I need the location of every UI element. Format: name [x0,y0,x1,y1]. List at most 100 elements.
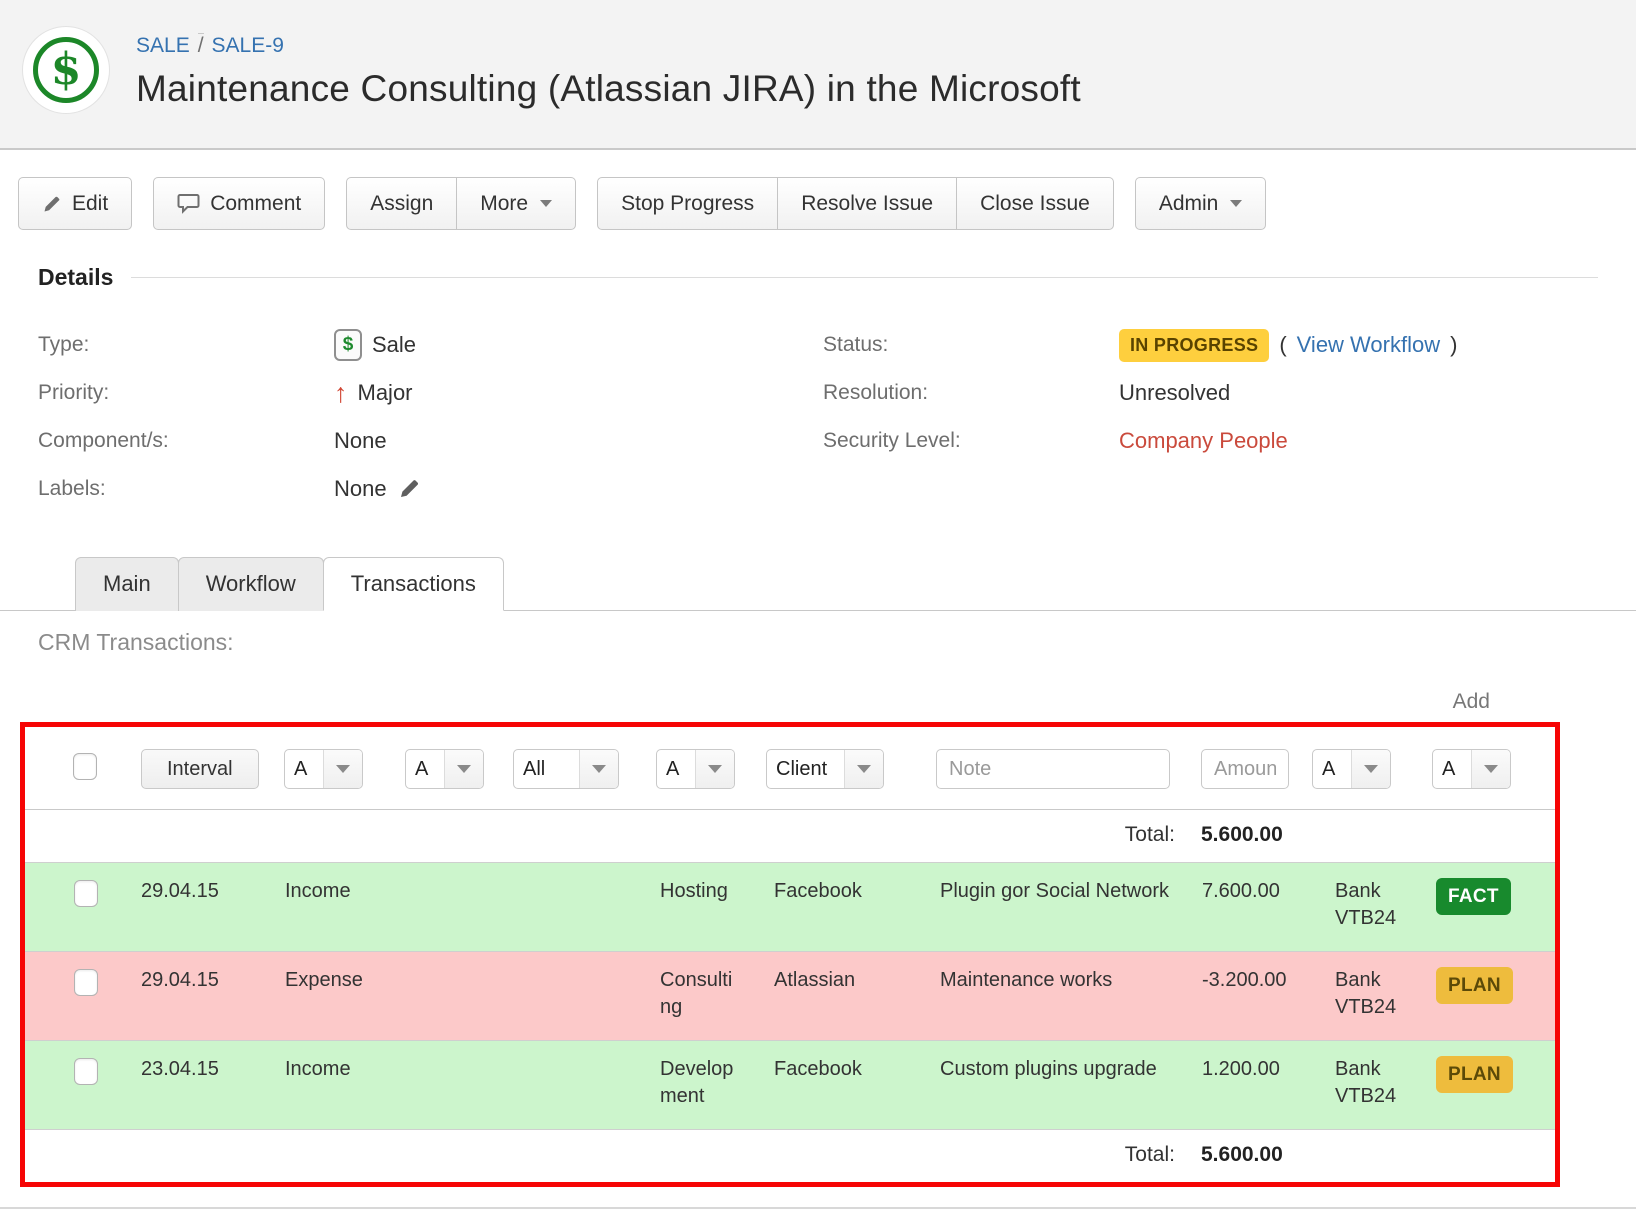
status-badge-fact: FACT [1436,878,1511,915]
issue-header: $ SALE/SALE-9 Maintenance Consulting (At… [0,0,1636,150]
chevron-down-icon [696,750,734,788]
priority-value: Major [358,380,413,406]
cell-date: 29.04.15 [133,878,280,905]
labels-value: None [334,476,387,502]
cell-note: Plugin gor Social Network [932,878,1197,905]
crm-transactions-label: CRM Transactions: [38,629,1598,656]
stop-progress-label: Stop Progress [621,192,754,216]
edit-labels-pencil-icon[interactable] [397,477,421,501]
cell-date: 23.04.15 [133,1056,280,1083]
type-filter-dropdown[interactable]: A [284,749,363,789]
cell-account: Bank VTB24 [1308,878,1428,932]
resolve-issue-button[interactable]: Resolve Issue [777,177,957,230]
breadcrumb-issue-link[interactable]: SALE-9 [212,34,284,57]
tab-workflow[interactable]: Workflow [178,557,324,611]
assign-button-label: Assign [370,192,433,216]
cell-amount: 1.200.00 [1197,1056,1308,1083]
select-all-checkbox[interactable] [73,753,97,780]
chevron-down-icon [540,200,552,207]
comment-bubble-icon [177,193,200,214]
cell-note: Maintenance works [932,967,1197,994]
transaction-row: 29.04.15 Expense Consulting Atlassian Ma… [25,951,1555,1040]
details-heading: Details [38,264,113,291]
assign-button[interactable]: Assign [346,177,457,230]
status-filter-value: A [1433,750,1472,788]
type-filter-value: A [285,750,324,788]
cell-client: Facebook [762,878,932,905]
security-level-label: Security Level: [823,429,1119,453]
transaction-row: 23.04.15 Income Development Facebook Cus… [25,1040,1555,1129]
components-row: Component/s: None [38,417,813,465]
status-filter-dropdown[interactable]: A [1432,749,1511,789]
category-filter-value: A [657,750,696,788]
details-right-column: Status: IN PROGRESS (View Workflow) Reso… [823,321,1598,513]
edit-button-label: Edit [72,192,108,216]
cell-account: Bank VTB24 [1308,967,1428,1021]
account-filter-dropdown[interactable]: A [1312,749,1391,789]
security-level-row: Security Level: Company People [823,417,1598,465]
details-section: Details Type: $ Sale Priority: ↑ Major C… [38,264,1598,513]
more-button-label: More [480,192,528,216]
breadcrumb-project-link[interactable]: SALE [136,34,190,57]
status-row: Status: IN PROGRESS (View Workflow) [823,321,1598,369]
transaction-row: 29.04.15 Income Hosting Facebook Plugin … [25,862,1555,951]
view-workflow-link[interactable]: View Workflow [1297,332,1440,358]
components-label: Component/s: [38,429,334,453]
account-filter-value: A [1313,750,1352,788]
client-filter-value: Client [767,750,845,788]
note-filter-input[interactable] [936,749,1170,789]
resolution-value: Unresolved [1119,380,1598,406]
more-button[interactable]: More [456,177,576,230]
category-filter-dropdown[interactable]: A [656,749,735,789]
row-checkbox[interactable] [74,880,98,907]
filter-row: Interval A A All A [25,727,1555,809]
tab-transactions[interactable]: Transactions [323,557,504,611]
edit-button[interactable]: Edit [18,177,132,230]
cell-account: Bank VTB24 [1308,1056,1428,1110]
sale-type-icon: $ [334,329,362,361]
filter-dropdown-2[interactable]: A [405,749,484,789]
cell-amount: 7.600.00 [1197,878,1308,905]
row-checkbox[interactable] [74,1058,98,1085]
interval-filter-button[interactable]: Interval [141,749,259,789]
filter-2-value: A [406,750,445,788]
row-checkbox[interactable] [74,969,98,996]
cell-amount: -3.200.00 [1197,967,1308,994]
stop-progress-button[interactable]: Stop Progress [597,177,778,230]
amount-filter-input[interactable] [1201,749,1289,789]
filter-dropdown-3[interactable]: All [513,749,619,789]
client-filter-dropdown[interactable]: Client [766,749,884,789]
chevron-down-icon [324,750,362,788]
close-issue-button[interactable]: Close Issue [956,177,1114,230]
cell-client: Atlassian [762,967,932,994]
details-heading-rule [131,277,1598,278]
comment-button[interactable]: Comment [153,177,325,230]
total-row-bottom: Total: 5.600.00 [25,1129,1555,1182]
dollar-icon: $ [33,37,99,103]
priority-row: Priority: ↑ Major [38,369,813,417]
cell-type: Expense [280,967,401,994]
priority-label: Priority: [38,381,334,405]
breadcrumb-separator: / [198,33,204,57]
tab-bar: Main Workflow Transactions [0,557,1636,611]
transactions-table: Interval A A All A [20,722,1560,1187]
cell-note: Custom plugins upgrade [932,1056,1197,1083]
tab-main[interactable]: Main [75,557,179,611]
total-label: Total: [932,1143,1197,1167]
add-transaction-link[interactable]: Add [1453,690,1490,713]
filter-3-value: All [514,750,580,788]
resolve-issue-label: Resolve Issue [801,192,933,216]
resolution-label: Resolution: [823,381,1119,405]
chevron-down-icon [1472,750,1510,788]
admin-button[interactable]: Admin [1135,177,1267,230]
cell-category: Development [652,1056,762,1110]
cell-client: Facebook [762,1056,932,1083]
status-badge: IN PROGRESS [1119,329,1269,362]
details-left-column: Type: $ Sale Priority: ↑ Major Component… [38,321,813,513]
total-label: Total: [932,823,1197,847]
total-row-top: Total: 5.600.00 [25,810,1555,862]
close-issue-label: Close Issue [980,192,1090,216]
chevron-down-icon [445,750,483,788]
labels-row: Labels: None [38,465,813,513]
chevron-down-icon [845,750,883,788]
